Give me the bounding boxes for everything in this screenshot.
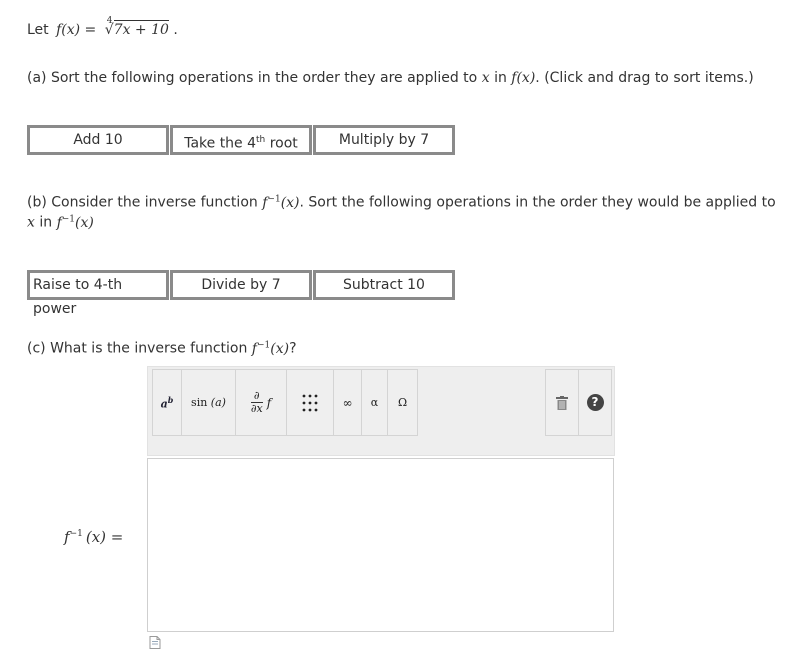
toolbar-group-tools: ? [545,369,612,436]
part-b-text-1: (b) Consider the inverse function [27,194,258,211]
alpha-button[interactable]: α [362,370,388,435]
toolbar-group-main: ab sin (a) ∂ ∂x f ∞ α Ω [152,369,418,436]
part-b-text-3: in [39,214,53,231]
help-button[interactable]: ? [579,370,611,435]
sort-item-label: Raise to 4-th power [33,277,123,317]
sort-item-divide-by-7[interactable]: Divide by 7 [170,270,312,300]
sort-item-label: Divide by 7 [201,277,281,293]
sin-function-button[interactable]: sin (a) [182,370,236,435]
part-b-prompt-line-2: x in f−1(x) [27,214,94,231]
sort-item-take-4th-root[interactable]: Take the 4th root [170,125,312,155]
clear-button[interactable] [546,370,579,435]
part-b-var: x [27,214,35,231]
part-a-text-2: in [494,70,507,86]
intro-suffix: . [173,22,178,38]
part-b-fn2: f−1(x) [56,214,94,231]
part-c-fn: f−1(x) [251,340,290,357]
answer-label: f−1 (x) = [64,528,124,546]
trash-icon [556,395,568,410]
sort-item-label: Multiply by 7 [338,132,430,148]
part-b-prompt: (b) Consider the inverse function f−1(x)… [27,194,776,211]
sort-item-label-post: root [265,135,298,152]
sort-item-add-10[interactable]: Add 10 [27,125,169,155]
partial-derivative-button[interactable]: ∂ ∂x f [236,370,287,435]
part-c-text-2: ? [289,340,297,357]
intro-prefix: Let [27,22,49,38]
part-a-text-3: . (Click and drag to sort items.) [535,70,754,86]
omega-button[interactable]: Ω [388,370,417,435]
sort-item-raise-to-4th-power[interactable]: Raise to 4-th power [27,270,169,317]
part-a-fn: f(x) [511,70,536,86]
sort-item-label: Subtract 10 [343,277,425,293]
sort-item-subtract-10[interactable]: Subtract 10 [313,270,455,300]
answer-input[interactable] [147,458,614,632]
part-b-text-2: . Sort the following operations in the o… [299,194,776,211]
infinity-button[interactable]: ∞ [334,370,362,435]
exponent-button[interactable]: ab [153,370,182,435]
radical-index: 4 [106,16,113,26]
radical-expression: 4 √7x + 10 [105,16,174,38]
sort-item-label: Add 10 [73,132,123,148]
document-icon[interactable] [149,636,161,649]
radicand: 7x + 10 [113,20,169,38]
part-c-text-1: (c) What is the inverse function [27,340,248,357]
matrix-button[interactable] [287,370,334,435]
grid-dots-icon [302,394,318,411]
part-a-sort-list: Add 10 Take the 4th root Multiply by 7 [27,125,457,155]
function-definition-lhs: f(x) = [56,22,97,38]
part-b-sort-list: Raise to 4-th power Divide by 7 Subtract… [27,270,457,317]
sort-item-multiply-by-7[interactable]: Multiply by 7 [313,125,455,155]
ordinal-suffix: th [256,135,266,145]
problem-statement: Let f(x) = 4 √7x + 10 . [27,16,178,38]
help-icon: ? [586,394,604,411]
part-a-var: x [481,70,490,86]
sort-item-label: Take the 4 [184,135,257,152]
part-a-text-1: (a) Sort the following operations in the… [27,70,478,86]
equation-editor-toolbar: ab sin (a) ∂ ∂x f ∞ α Ω ? [147,366,615,456]
part-a-prompt: (a) Sort the following operations in the… [27,70,754,86]
part-c-prompt: (c) What is the inverse function f−1(x)? [27,340,297,357]
part-b-fn: f−1(x) [262,194,300,211]
